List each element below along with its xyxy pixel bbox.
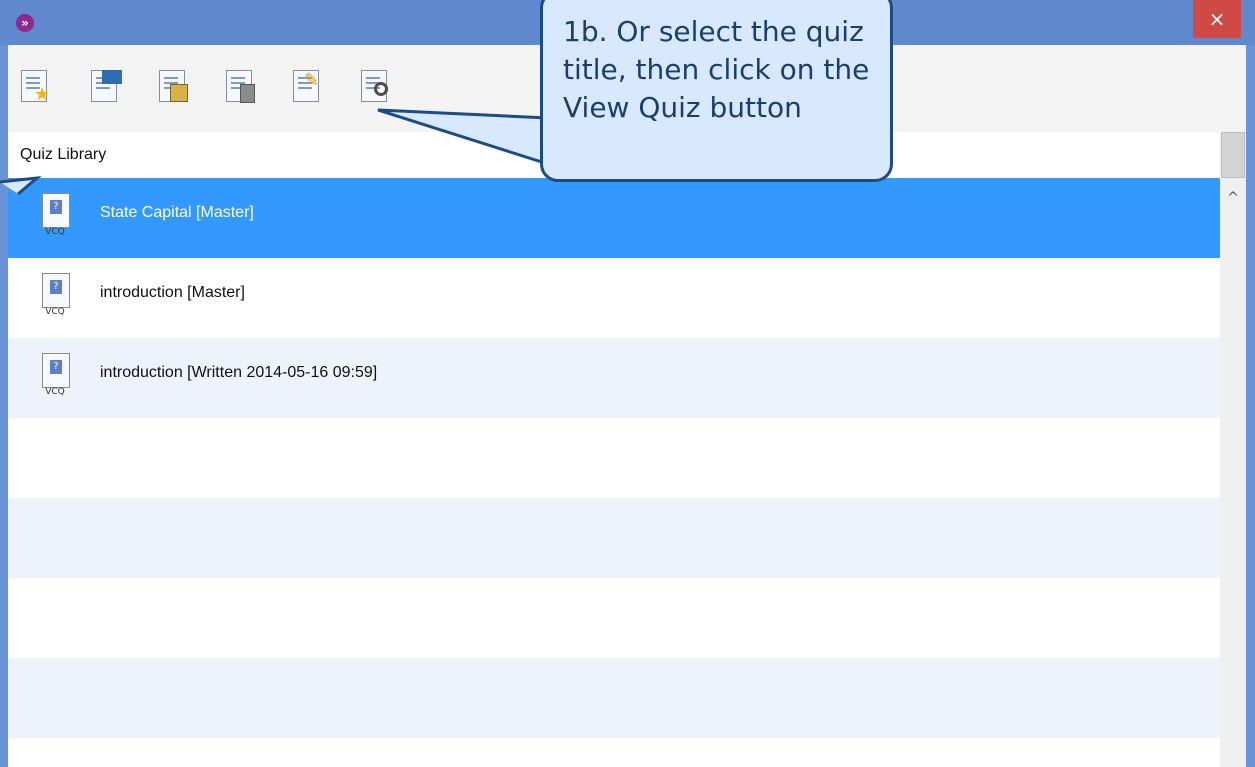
vertical-scrollbar[interactable]: [1220, 132, 1246, 767]
edit-quiz-button[interactable]: ✎: [290, 68, 326, 108]
quiz-library-window: » × ★ ✎ Quiz Library ^ ? VCQ State Capit…: [0, 0, 1255, 767]
file-type-tag: VCQ: [45, 387, 65, 397]
quiz-library-label: Quiz Library: [20, 146, 107, 163]
empty-row: [8, 658, 1220, 738]
vcq-file-icon: ? VCQ: [38, 353, 72, 399]
delete-quiz-button[interactable]: [223, 68, 259, 108]
file-type-tag: VCQ: [45, 307, 65, 317]
scroll-up-arrow[interactable]: ^: [1222, 190, 1244, 210]
vcq-file-icon: ? VCQ: [38, 193, 72, 239]
save-quiz-button[interactable]: [156, 68, 192, 108]
empty-row: [8, 578, 1220, 658]
empty-row: [8, 498, 1220, 578]
callout-text: 1b. Or select the quiz title, then click…: [563, 15, 879, 124]
window-frame-left: [0, 45, 8, 767]
instruction-callout: 1b. Or select the quiz title, then click…: [540, 0, 893, 182]
list-item-label: introduction [Written 2014-05-16 09:59]: [100, 364, 378, 381]
view-quiz-button[interactable]: [358, 68, 394, 108]
forward-arrow-icon: »: [16, 14, 34, 32]
new-quiz-button[interactable]: ★: [18, 68, 54, 108]
file-type-tag: VCQ: [45, 227, 65, 237]
window-frame-right: [1246, 45, 1255, 767]
close-button[interactable]: ×: [1193, 0, 1241, 38]
vcq-file-icon: ? VCQ: [38, 273, 72, 319]
scroll-thumb[interactable]: [1221, 132, 1245, 178]
list-item[interactable]: ? VCQ introduction [Written 2014-05-16 0…: [8, 338, 1220, 418]
list-item[interactable]: ? VCQ State Capital [Master]: [8, 178, 1220, 258]
list-item[interactable]: ? VCQ introduction [Master]: [8, 258, 1220, 338]
list-item-label: introduction [Master]: [100, 284, 245, 301]
quiz-list: ? VCQ State Capital [Master] ? VCQ intro…: [8, 178, 1220, 767]
list-item-label: State Capital [Master]: [100, 204, 254, 221]
import-quiz-button[interactable]: [88, 68, 124, 108]
empty-row: [8, 418, 1220, 498]
